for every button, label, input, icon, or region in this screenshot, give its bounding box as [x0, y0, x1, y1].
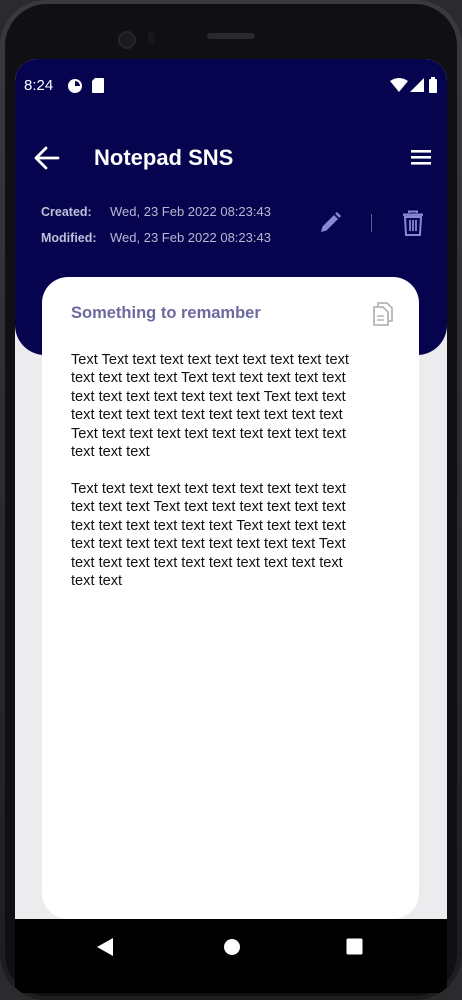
note-paragraph-1[interactable]: Text Text text text text text text text …: [71, 351, 383, 461]
text-line: text text text text text text text text …: [71, 536, 346, 553]
text-line: text text text text text text Text text …: [71, 517, 346, 534]
trash-icon[interactable]: [402, 210, 424, 236]
text-line: Text text text text text text text text …: [71, 481, 346, 497]
sync-icon: [68, 79, 82, 93]
pencil-icon[interactable]: [318, 211, 342, 235]
back-triangle-icon[interactable]: [96, 937, 114, 957]
hamburger-menu-icon[interactable]: [410, 147, 432, 167]
battery-icon: [429, 77, 437, 93]
wifi-icon: [390, 78, 408, 92]
sd-card-icon: [92, 78, 104, 93]
camera-sensor: [148, 32, 154, 44]
text-line: Text text text text text text text text …: [71, 425, 346, 442]
note-title: Something to remamber: [71, 304, 261, 322]
status-bar: 8:24: [15, 59, 447, 111]
page-title: Notepad SNS: [94, 145, 234, 170]
modified-label: Modified:: [41, 231, 97, 245]
text-line: text text text Text text text text text …: [71, 499, 346, 516]
text-line: text text text text Text text text text …: [71, 370, 346, 387]
text-line: text text text: [71, 444, 150, 461]
note-paragraph-2[interactable]: Text text text text text text text text …: [71, 480, 383, 590]
recents-square-icon[interactable]: [346, 938, 363, 955]
copy-icon[interactable]: [372, 301, 394, 327]
text-line: Text Text text text text text text text …: [71, 352, 349, 368]
screen: 8:24 Notepad SNS Created: Wed, 23 Feb 20…: [15, 59, 447, 993]
front-camera: [118, 31, 136, 49]
system-nav-bar: [15, 919, 447, 993]
text-line: text text text text text text text text …: [71, 554, 343, 571]
text-line: text text: [71, 573, 123, 590]
arrow-left-icon[interactable]: [33, 145, 61, 171]
earpiece-speaker: [207, 33, 255, 39]
text-line: text text text text text text text Text …: [71, 388, 346, 405]
phone-frame: 8:24 Notepad SNS Created: Wed, 23 Feb 20…: [0, 0, 462, 1000]
text-line: text text text text text text text text …: [71, 407, 343, 424]
created-value: Wed, 23 Feb 2022 08:23:43: [110, 204, 271, 219]
note-card: Something to remamber Text Text text tex…: [42, 277, 419, 919]
signal-icon: [410, 78, 424, 92]
modified-value: Wed, 23 Feb 2022 08:23:43: [110, 230, 271, 245]
action-divider: [371, 214, 372, 232]
status-time: 8:24: [24, 77, 54, 94]
home-circle-icon[interactable]: [223, 938, 241, 956]
created-label: Created:: [41, 205, 92, 219]
